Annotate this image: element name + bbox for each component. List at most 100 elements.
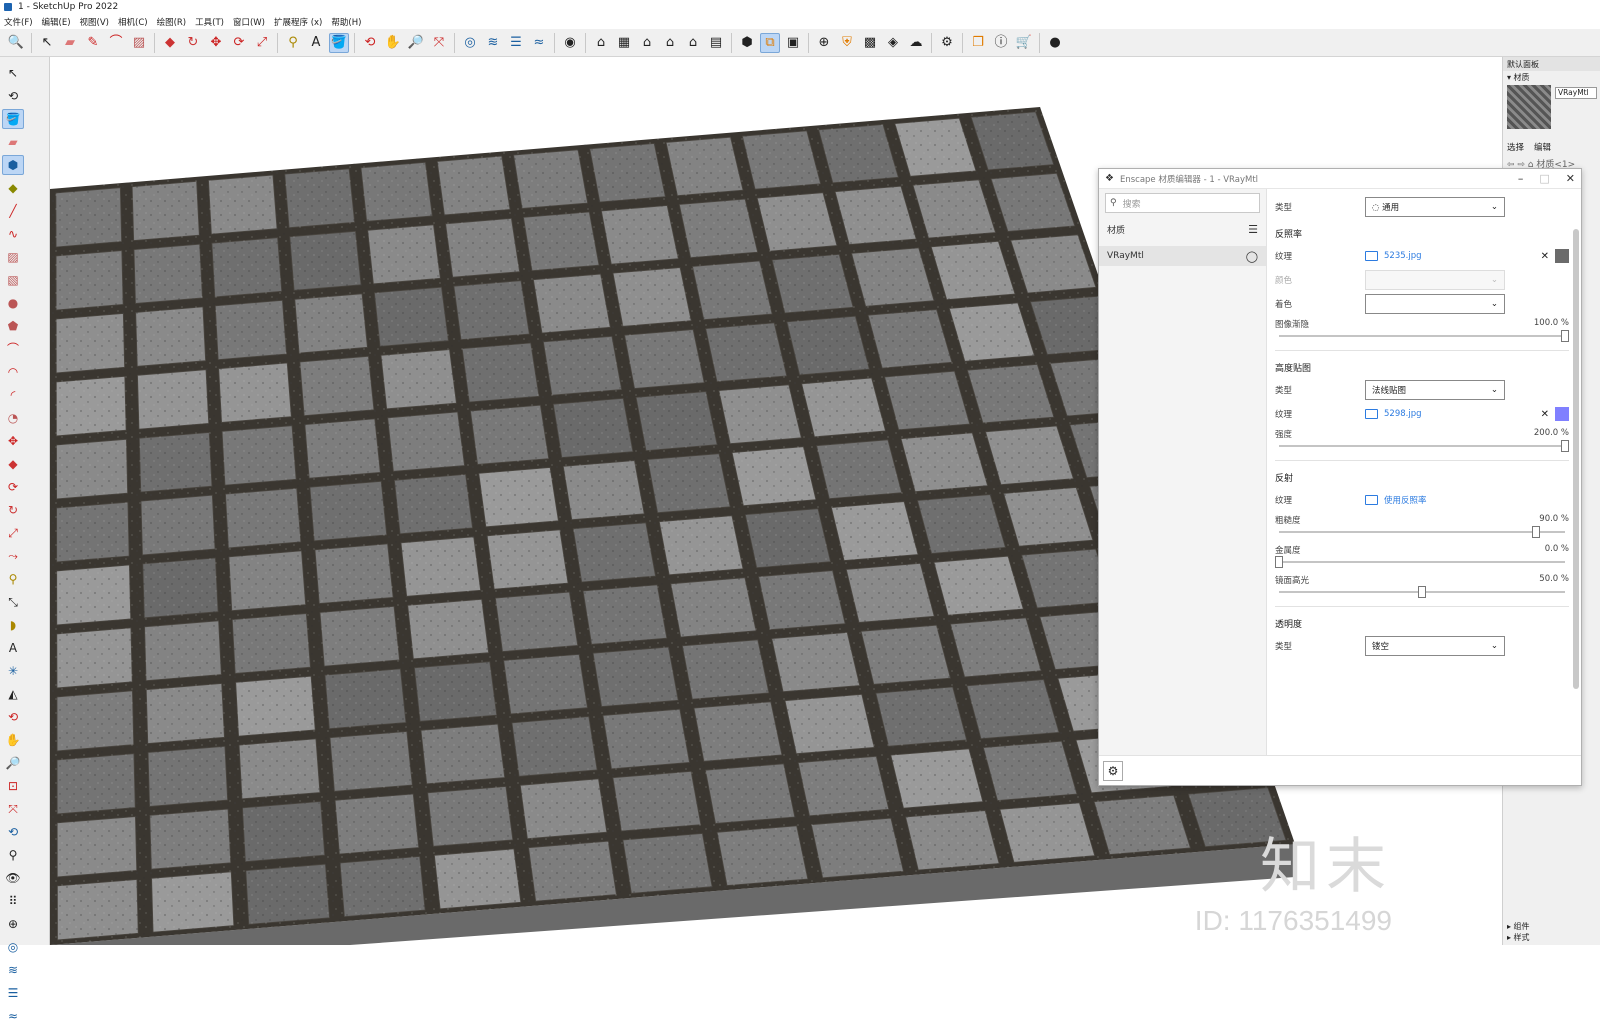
zoom-window-icon[interactable]: ⊡ <box>2 776 24 796</box>
menu-tools[interactable]: 工具(T) <box>195 16 224 28</box>
orbit-icon[interactable]: ⟲ <box>2 86 24 106</box>
sandbox-icon[interactable]: ◎ <box>460 33 480 53</box>
scale-icon[interactable]: ⤢ <box>252 33 272 53</box>
menu-file[interactable]: 文件(F) <box>4 16 33 28</box>
house-icon[interactable]: ⌂ <box>591 33 611 53</box>
arc3-icon[interactable]: ◜ <box>2 385 24 405</box>
tape-icon[interactable]: ⚲ <box>2 569 24 589</box>
cloud-icon[interactable]: ☁ <box>906 33 926 53</box>
stack-icon[interactable]: ☰ <box>506 33 526 53</box>
strength-slider[interactable] <box>1275 440 1569 452</box>
pan-icon[interactable]: ✋ <box>383 33 403 53</box>
component-icon[interactable]: ⬢ <box>2 155 24 175</box>
search-icon[interactable]: 🔍 <box>6 33 26 53</box>
image-fade-slider[interactable] <box>1275 330 1569 342</box>
text-icon[interactable]: A <box>2 638 24 658</box>
pencil-icon[interactable]: ✎ <box>83 33 103 53</box>
zoom-extents-icon[interactable]: ⤧ <box>429 33 449 53</box>
scrollbar[interactable] <box>1573 229 1579 689</box>
previous-view-icon[interactable]: ⟲ <box>2 822 24 842</box>
arc-icon[interactable]: ⌒ <box>106 33 126 53</box>
layer-icon[interactable]: ≋ <box>2 960 24 980</box>
footprints-icon[interactable]: ⠿ <box>2 891 24 911</box>
stack-icon[interactable]: ☰ <box>2 983 24 1003</box>
orbit-icon[interactable]: ⟲ <box>360 33 380 53</box>
render-icon[interactable]: ⧉ <box>760 32 780 53</box>
materials-section-toggle[interactable]: ▾ 材质 <box>1503 71 1600 83</box>
albedo-tint-select[interactable]: ⌄ <box>1365 294 1505 314</box>
height-texture-link[interactable]: 5298.jpg <box>1365 409 1541 419</box>
polygon-icon[interactable]: ⬟ <box>2 316 24 336</box>
material-thumbnail[interactable] <box>1507 85 1551 129</box>
pushpull-icon[interactable]: ◆ <box>2 454 24 474</box>
pie-icon[interactable]: ◔ <box>2 408 24 428</box>
position-icon[interactable]: ⊕ <box>2 914 24 934</box>
menu-view[interactable]: 视图(V) <box>80 16 109 28</box>
slider-handle[interactable] <box>1532 526 1541 538</box>
tab-edit[interactable]: 编辑 <box>1534 141 1551 153</box>
text-icon[interactable]: A <box>306 33 326 53</box>
user-icon[interactable]: ◉ <box>560 33 580 53</box>
menu-icon[interactable]: ☰ <box>1248 223 1258 236</box>
slider-handle[interactable] <box>1418 586 1426 598</box>
rectangle-icon[interactable]: ▨ <box>129 33 149 53</box>
menu-window[interactable]: 窗口(W) <box>233 16 265 28</box>
checker-icon[interactable]: ◈ <box>883 33 903 53</box>
dimension-icon[interactable]: ⤡ <box>2 592 24 612</box>
slider-handle[interactable] <box>1275 556 1283 568</box>
zoom-icon[interactable]: 🔎 <box>406 33 426 53</box>
albedo-texture-link[interactable]: 5235.jpg <box>1365 251 1541 261</box>
settings-icon[interactable]: ⚙ <box>937 33 957 53</box>
select-icon[interactable]: ↖ <box>2 63 24 83</box>
eraser-icon[interactable]: ▰ <box>60 33 80 53</box>
front-icon[interactable]: ▦ <box>614 33 634 53</box>
arc-icon[interactable]: ⌒ <box>2 339 24 359</box>
arc2-icon[interactable]: ◠ <box>2 362 24 382</box>
iso-icon[interactable]: ⌂ <box>637 33 657 53</box>
search-box[interactable]: ⚲ 搜索 <box>1105 193 1260 213</box>
components-section-toggle[interactable]: ▸ 组件 <box>1507 921 1530 932</box>
select-icon[interactable]: ↖ <box>37 33 57 53</box>
menu-help[interactable]: 帮助(H) <box>331 16 361 28</box>
tag-icon[interactable]: ◆ <box>2 178 24 198</box>
tab-select[interactable]: 选择 <box>1507 141 1524 153</box>
cart-icon[interactable]: 🛒 <box>1014 33 1034 53</box>
material-name-field[interactable]: VRayMtl <box>1555 87 1597 99</box>
menu-draw[interactable]: 绘图(R) <box>157 16 187 28</box>
roughness-slider[interactable] <box>1275 526 1569 538</box>
transparency-type-select[interactable]: 镂空 ⌄ <box>1365 636 1505 656</box>
material-list-item[interactable]: VRayMtl ◯ <box>1099 246 1266 266</box>
protractor-icon[interactable]: ◗ <box>2 615 24 635</box>
zoom-icon[interactable]: 🔎 <box>2 753 24 773</box>
top-icon[interactable]: ⌂ <box>660 33 680 53</box>
gear-icon[interactable]: ⚙ <box>1103 760 1123 781</box>
maximize-icon[interactable]: □ <box>1539 172 1549 185</box>
rotate-icon[interactable]: ⟳ <box>229 33 249 53</box>
rotated-rectangle-icon[interactable]: ▧ <box>2 270 24 290</box>
grid-icon[interactable]: ▩ <box>860 33 880 53</box>
pan-icon[interactable]: ✋ <box>2 730 24 750</box>
zoom-extents-icon[interactable]: ⤧ <box>2 799 24 819</box>
menu-extensions[interactable]: 扩展程序 (x) <box>274 16 322 28</box>
followme-icon[interactable]: ↻ <box>183 33 203 53</box>
move-icon[interactable]: ✥ <box>2 431 24 451</box>
pushpull-icon[interactable]: ◆ <box>160 33 180 53</box>
remove-texture-button[interactable]: ✕ <box>1541 409 1549 420</box>
minimize-icon[interactable]: – <box>1518 172 1524 185</box>
walk-icon[interactable]: ⚲ <box>2 845 24 865</box>
look-icon[interactable]: 👁 <box>2 868 24 888</box>
tape-icon[interactable]: ⚲ <box>283 33 303 53</box>
plus-icon[interactable]: ⊕ <box>814 33 834 53</box>
layer-icon[interactable]: ≋ <box>483 33 503 53</box>
eraser-icon[interactable]: ▰ <box>2 132 24 152</box>
camera-icon[interactable]: ▣ <box>783 33 803 53</box>
styles-section-toggle[interactable]: ▸ 样式 <box>1507 932 1530 943</box>
menu-camera[interactable]: 相机(C) <box>118 16 148 28</box>
back-icon[interactable]: ▤ <box>706 33 726 53</box>
paint-icon[interactable]: 🪣 <box>2 109 24 129</box>
rotate-icon[interactable]: ⟳ <box>2 477 24 497</box>
paint-icon[interactable]: 🪣 <box>329 32 349 53</box>
menu-edit[interactable]: 编辑(E) <box>42 16 71 28</box>
section-icon[interactable]: ◭ <box>2 684 24 704</box>
scale-icon[interactable]: ⤢ <box>2 523 24 543</box>
